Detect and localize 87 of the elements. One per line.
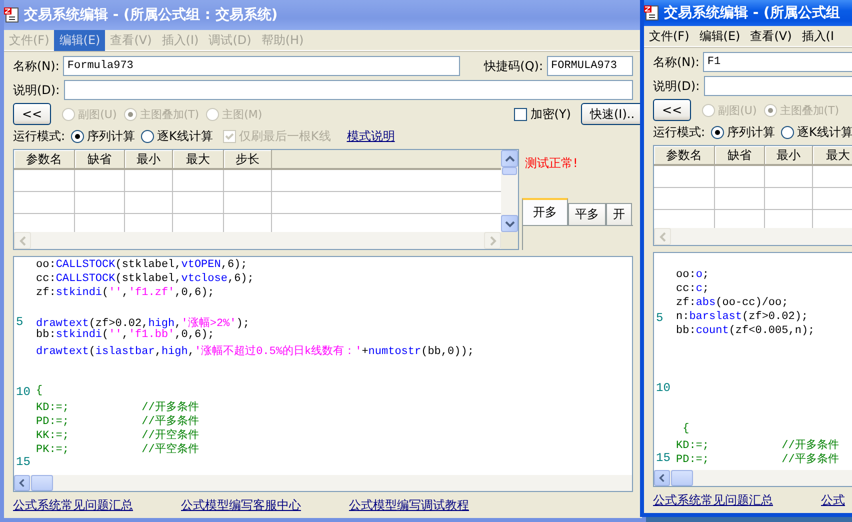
- column-header[interactable]: 步长: [224, 150, 272, 168]
- column-header[interactable]: 参数名: [14, 150, 75, 168]
- column-header[interactable]: 最大: [813, 146, 852, 164]
- column-header[interactable]: 缺省: [715, 146, 765, 164]
- scroll-up-button[interactable]: [501, 150, 518, 167]
- code-line: cc:CALLSTOCK(stklabel,vtclose,6);: [36, 273, 254, 287]
- horizontal-scrollbar[interactable]: [14, 475, 632, 491]
- field-label: 说明(D):: [13, 82, 60, 98]
- code-line: cc:c;: [676, 283, 710, 297]
- field-label: 名称(N):: [653, 54, 700, 70]
- run-mode-radio[interactable]: 序列计算: [71, 128, 136, 144]
- column-header[interactable]: 参数名: [654, 146, 715, 164]
- quick-button[interactable]: 快速(I)..: [581, 103, 642, 125]
- help-link[interactable]: 公式: [821, 492, 845, 508]
- run-mode-radio[interactable]: 逐K线计算: [141, 128, 213, 144]
- code-line: oo:CALLSTOCK(stklabel,vtOPEN,6);: [36, 259, 248, 273]
- app-icon: [644, 5, 659, 21]
- horizontal-scrollbar[interactable]: [654, 228, 852, 245]
- help-link[interactable]: 公式模型编写客服中心: [181, 496, 301, 514]
- scroll-left-button[interactable]: [654, 470, 670, 486]
- scroll-thumb[interactable]: [31, 475, 53, 491]
- code-line: bb:count(zf<0.005,n);: [676, 325, 815, 339]
- vertical-scrollbar[interactable]: [501, 150, 518, 232]
- window-title: 交易系统编辑 - (所属公式组 : 交易系统): [24, 6, 278, 24]
- code-line: {: [682, 423, 690, 437]
- field-label: 说明(D):: [653, 78, 700, 94]
- menu-item[interactable]: 插入(I: [796, 26, 840, 46]
- help-link[interactable]: 模式说明: [346, 128, 395, 144]
- code-line: zf:abs(oo-cc)/oo;: [676, 297, 788, 311]
- column-header[interactable]: 最小: [765, 146, 813, 164]
- code-line: bb:stkindi('','f1.bb',0,6);: [36, 329, 214, 343]
- run-mode-radio[interactable]: 序列计算: [711, 124, 776, 140]
- help-link[interactable]: 公式模型编写调试教程: [349, 496, 469, 514]
- horizontal-scrollbar[interactable]: [654, 470, 852, 486]
- code-line: PD:=; //平多条件: [676, 452, 839, 465]
- code-line: oo:o;: [676, 269, 710, 283]
- scroll-thumb[interactable]: [671, 470, 693, 486]
- code-editor[interactable]: [13, 256, 633, 492]
- field-label: 运行模式:: [653, 124, 706, 140]
- code-editor[interactable]: oo:o; cc:c; zf:abs(oo-cc)/oo; 5 n:barslast(zf>0.02); bb:count(zf<0.005,n); 10 { KD:=; //开多条件 15 PD:=; //平多条件: [653, 252, 852, 487]
- app-icon: [4, 7, 19, 23]
- tab[interactable]: 开: [606, 203, 632, 225]
- menu-item[interactable]: 编辑(E): [694, 26, 746, 46]
- line-number: 10: [15, 385, 32, 399]
- tab[interactable]: 开多: [522, 198, 568, 225]
- help-link[interactable]: 公式系统常见问题汇总: [653, 492, 773, 508]
- line-number: 10: [655, 381, 672, 395]
- checkmark-icon: [224, 130, 235, 142]
- code-line: n:barslast(zf>0.02);: [676, 311, 808, 325]
- encrypt-checkbox[interactable]: 加密(Y): [514, 106, 571, 122]
- code-line: KK:=; //开空条件: [36, 428, 199, 441]
- line-number: 15: [655, 451, 672, 465]
- code-line: PD:=; //平多条件: [36, 414, 199, 427]
- field-label: 运行模式:: [13, 128, 66, 144]
- line-number: 15: [15, 455, 32, 469]
- column-header[interactable]: 最小: [125, 150, 173, 168]
- description-field[interactable]: [64, 80, 633, 100]
- run-mode-radio[interactable]: 逐K线计算: [781, 124, 852, 140]
- shortcut-field[interactable]: FORMULA973: [547, 56, 633, 76]
- code-line: drawtext(islastbar,high,'涨幅不超过0.5%的日k线数有：'+numtostr(bb,0));: [36, 344, 474, 357]
- line-number: 5: [655, 311, 664, 325]
- code-line: KD:=; //开多条件: [676, 438, 839, 451]
- code-line: PK:=; //平空条件: [36, 442, 199, 455]
- name-field[interactable]: F1: [703, 52, 852, 72]
- menu-item[interactable]: 文件(F): [644, 26, 694, 46]
- code-line: {: [36, 385, 43, 399]
- scroll-left-button[interactable]: [14, 475, 30, 491]
- code-line: KD:=; //开多条件: [36, 400, 199, 413]
- status-text: 测试正常!: [524, 155, 579, 172]
- scroll-down-button[interactable]: [501, 215, 518, 232]
- window-title: 交易系统编辑 - (所属公式组: [664, 4, 840, 22]
- name-field[interactable]: Formula973: [63, 56, 460, 76]
- collapse-button[interactable]: <<: [653, 99, 692, 121]
- code-line: drawtext(zf>0.02,high,'涨幅>2%');: [36, 316, 250, 329]
- line-number: 5: [15, 315, 24, 329]
- menu-item[interactable]: 查看(V): [745, 26, 797, 46]
- field-label: 名称(N):: [13, 58, 60, 74]
- code-line: zf:stkindi('','f1.zf',0,6);: [36, 287, 214, 301]
- menu-item[interactable]: 编辑(E): [54, 30, 106, 50]
- column-header[interactable]: 最大: [173, 150, 224, 168]
- description-field[interactable]: [704, 76, 852, 96]
- column-header[interactable]: 缺省: [75, 150, 125, 168]
- tab[interactable]: 平多: [568, 203, 606, 225]
- scroll-thumb[interactable]: [502, 167, 517, 175]
- field-label: 快捷码(Q):: [484, 58, 543, 74]
- collapse-button[interactable]: <<: [13, 103, 52, 125]
- help-link[interactable]: 公式系统常见问题汇总: [13, 496, 133, 514]
